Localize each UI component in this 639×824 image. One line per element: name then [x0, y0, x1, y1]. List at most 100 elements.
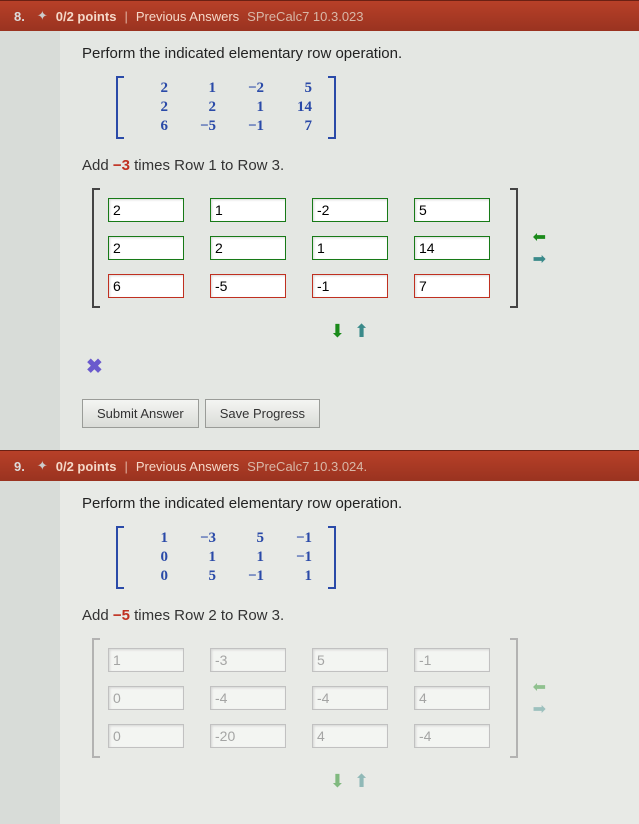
matrix-cell: 1 — [274, 568, 322, 585]
answer-cell[interactable] — [414, 724, 490, 748]
operation-instruction: Add −5 times Row 2 to Row 3. — [82, 607, 617, 624]
matrix-cell: −3 — [178, 530, 226, 547]
matrix-cell: 7 — [274, 118, 322, 135]
matrix-cell: 1 — [226, 99, 274, 116]
bracket-left-icon — [92, 188, 100, 308]
answer-cell[interactable] — [210, 236, 286, 260]
answer-cell[interactable] — [210, 686, 286, 710]
matrix-cell: 1 — [178, 549, 226, 566]
arrow-right-icon[interactable]: ➡ — [533, 699, 546, 719]
answer-cell[interactable] — [210, 648, 286, 672]
bracket-left-icon — [92, 638, 100, 758]
answer-cell[interactable] — [108, 198, 184, 222]
matrix-cell: 2 — [178, 99, 226, 116]
button-row: Submit Answer Save Progress — [82, 399, 617, 428]
answer-cell[interactable] — [312, 648, 388, 672]
matrix-cell: −1 — [226, 568, 274, 585]
arrow-up-icon[interactable]: ⬆ — [354, 771, 369, 791]
question-reference: SPreCalc7 10.3.024. — [247, 459, 367, 474]
prompt-text: Perform the indicated elementary row ope… — [82, 495, 617, 512]
operation-instruction: Add −3 times Row 1 to Row 3. — [82, 157, 617, 174]
answer-cell[interactable] — [414, 198, 490, 222]
incorrect-mark-icon: ✖ — [86, 354, 617, 379]
answer-cell[interactable] — [108, 274, 184, 298]
answer-cell[interactable] — [312, 236, 388, 260]
bracket-right-icon — [328, 526, 336, 589]
gear-icon[interactable]: ✦ — [37, 8, 48, 24]
instr-scalar: −3 — [113, 157, 130, 174]
question-number: 8. — [14, 9, 25, 24]
matrix-cell: −1 — [226, 118, 274, 135]
separator: | — [124, 459, 127, 474]
matrix-cell: −2 — [226, 80, 274, 97]
arrow-right-icon[interactable]: ➡ — [533, 249, 546, 269]
save-progress-button[interactable]: Save Progress — [205, 399, 320, 428]
question-header-8: 8. ✦ 0/2 points | Previous Answers SPreC… — [0, 0, 639, 31]
answer-cell[interactable] — [108, 236, 184, 260]
answer-cell[interactable] — [312, 274, 388, 298]
answer-cell[interactable] — [210, 274, 286, 298]
answer-cell[interactable] — [414, 236, 490, 260]
column-arrows[interactable]: ⬅ ➡ — [533, 227, 546, 269]
question-header-9: 9. ✦ 0/2 points | Previous Answers SPreC… — [0, 450, 639, 481]
previous-answers-link[interactable]: Previous Answers — [136, 9, 239, 24]
matrix-cell: −5 — [178, 118, 226, 135]
instr-scalar: −5 — [113, 607, 130, 624]
matrix-cell: 5 — [178, 568, 226, 585]
arrow-left-icon[interactable]: ⬅ — [533, 227, 546, 247]
arrow-left-icon[interactable]: ⬅ — [533, 677, 546, 697]
matrix-cell: 1 — [178, 80, 226, 97]
given-matrix: 1 −3 5 −1 0 1 1 −1 0 5 −1 1 — [116, 526, 336, 589]
answer-cell[interactable] — [108, 648, 184, 672]
previous-answers-link[interactable]: Previous Answers — [136, 459, 239, 474]
answer-cell[interactable] — [108, 724, 184, 748]
row-arrows[interactable]: ⬇ ⬆ — [82, 321, 617, 342]
answer-cell[interactable] — [414, 648, 490, 672]
matrix-cell: 1 — [226, 549, 274, 566]
bracket-left-icon — [116, 76, 124, 139]
bracket-right-icon — [510, 188, 518, 308]
matrix-cell: 1 — [130, 530, 178, 547]
question-reference: SPreCalc7 10.3.023 — [247, 9, 363, 24]
gear-icon[interactable]: ✦ — [37, 458, 48, 474]
answer-matrix: ⬅ ➡ — [92, 638, 518, 758]
answer-cell[interactable] — [312, 724, 388, 748]
instr-text: Add — [82, 157, 113, 174]
answer-cell[interactable] — [414, 274, 490, 298]
answer-cell[interactable] — [312, 686, 388, 710]
matrix-cell: −1 — [274, 549, 322, 566]
submit-answer-button[interactable]: Submit Answer — [82, 399, 199, 428]
arrow-down-icon[interactable]: ⬇ — [330, 321, 345, 341]
answer-cell[interactable] — [210, 198, 286, 222]
answer-cell[interactable] — [108, 686, 184, 710]
arrow-down-icon[interactable]: ⬇ — [330, 771, 345, 791]
bracket-right-icon — [328, 76, 336, 139]
answer-cell[interactable] — [312, 198, 388, 222]
answer-matrix: ⬅ ➡ — [92, 188, 518, 308]
matrix-cell: 14 — [274, 99, 322, 116]
column-arrows[interactable]: ⬅ ➡ — [533, 677, 546, 719]
arrow-up-icon[interactable]: ⬆ — [354, 321, 369, 341]
matrix-cell: 0 — [130, 549, 178, 566]
matrix-cell: 6 — [130, 118, 178, 135]
separator: | — [124, 9, 127, 24]
answer-cell[interactable] — [414, 686, 490, 710]
matrix-cell: 2 — [130, 80, 178, 97]
row-arrows[interactable]: ⬇ ⬆ — [82, 771, 617, 792]
matrix-cell: 0 — [130, 568, 178, 585]
bracket-left-icon — [116, 526, 124, 589]
prompt-text: Perform the indicated elementary row ope… — [82, 45, 617, 62]
answer-cell[interactable] — [210, 724, 286, 748]
points-label: 0/2 points — [56, 9, 117, 24]
instr-text: Add — [82, 607, 113, 624]
matrix-cell: 2 — [130, 99, 178, 116]
question-body-9: Perform the indicated elementary row ope… — [60, 481, 639, 824]
matrix-cell: 5 — [274, 80, 322, 97]
instr-text: times Row 2 to Row 3. — [130, 607, 284, 624]
matrix-cell: 5 — [226, 530, 274, 547]
points-label: 0/2 points — [56, 459, 117, 474]
question-body-8: Perform the indicated elementary row ope… — [60, 31, 639, 450]
given-matrix: 2 1 −2 5 2 2 1 14 6 −5 −1 7 — [116, 76, 336, 139]
bracket-right-icon — [510, 638, 518, 758]
question-number: 9. — [14, 459, 25, 474]
